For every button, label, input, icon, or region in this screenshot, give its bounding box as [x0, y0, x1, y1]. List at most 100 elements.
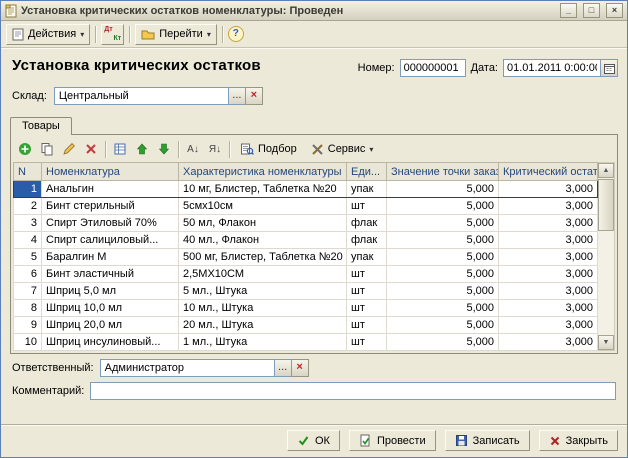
cell-n[interactable]: 6	[14, 266, 42, 283]
cell-name[interactable]: Бинт эластичный	[42, 266, 179, 283]
cell-n[interactable]: 10	[14, 334, 42, 351]
cell-n[interactable]: 3	[14, 215, 42, 232]
cell-n[interactable]: 2	[14, 198, 42, 215]
cell-n[interactable]: 4	[14, 232, 42, 249]
cell-char[interactable]: 40 мл., Флакон	[179, 232, 347, 249]
cell-n[interactable]: 5	[14, 249, 42, 266]
close-button[interactable]: ×	[606, 3, 623, 18]
cell-point[interactable]: 5,000	[387, 266, 499, 283]
cell-unit[interactable]: шт	[347, 283, 387, 300]
col-header-critical[interactable]: Критический остаток	[499, 163, 598, 181]
comment-field[interactable]	[90, 382, 616, 400]
calendar-button[interactable]	[600, 59, 618, 77]
date-field[interactable]	[503, 59, 600, 77]
cell-n[interactable]: 1	[14, 181, 42, 198]
reorder-button[interactable]	[110, 139, 130, 159]
cell-point[interactable]: 5,000	[387, 232, 499, 249]
sort-desc-button[interactable]: Я↓	[205, 139, 225, 159]
cell-unit[interactable]: упак	[347, 181, 387, 198]
cell-crit[interactable]: 3,000	[499, 317, 598, 334]
help-button[interactable]: ?	[228, 26, 244, 42]
table-row[interactable]: 1Анальгин10 мг, Блистер, Таблетка №20упа…	[14, 181, 598, 198]
cell-name[interactable]: Шприц 20,0 мл	[42, 317, 179, 334]
responsible-field[interactable]: Администратор ...	[100, 359, 292, 377]
cell-char[interactable]: 20 мл., Штука	[179, 317, 347, 334]
cell-crit[interactable]: 3,000	[499, 198, 598, 215]
cell-point[interactable]: 5,000	[387, 249, 499, 266]
cell-name[interactable]: Бинт стерильный	[42, 198, 179, 215]
cell-crit[interactable]: 3,000	[499, 266, 598, 283]
cell-crit[interactable]: 3,000	[499, 283, 598, 300]
warehouse-select-button[interactable]: ...	[228, 88, 245, 104]
cell-unit[interactable]: шт	[347, 334, 387, 351]
goto-menu-button[interactable]: Перейти ▾	[135, 24, 217, 45]
scroll-up-button[interactable]: ▲	[598, 163, 614, 178]
cell-char[interactable]: 2,5МХ10СМ	[179, 266, 347, 283]
maximize-button[interactable]: □	[583, 3, 600, 18]
cell-n[interactable]: 9	[14, 317, 42, 334]
table-row[interactable]: 8Шприц 10,0 мл10 мл., Штукашт5,0003,000	[14, 300, 598, 317]
col-header-unit[interactable]: Еди...	[347, 163, 387, 181]
cell-crit[interactable]: 3,000	[499, 215, 598, 232]
cell-crit[interactable]: 3,000	[499, 232, 598, 249]
cell-char[interactable]: 1 мл., Штука	[179, 334, 347, 351]
table-row[interactable]: 10Шприц инсулиновый...1 мл., Штукашт5,00…	[14, 334, 598, 351]
cell-char[interactable]: 5смх10см	[179, 198, 347, 215]
cell-name[interactable]: Шприц 5,0 мл	[42, 283, 179, 300]
cell-point[interactable]: 5,000	[387, 283, 499, 300]
cell-point[interactable]: 5,000	[387, 334, 499, 351]
cell-point[interactable]: 5,000	[387, 300, 499, 317]
cell-name[interactable]: Анальгин	[42, 181, 179, 198]
cell-char[interactable]: 5 мл., Штука	[179, 283, 347, 300]
cell-point[interactable]: 5,000	[387, 198, 499, 215]
cell-crit[interactable]: 3,000	[499, 249, 598, 266]
cell-char[interactable]: 10 мл., Штука	[179, 300, 347, 317]
cell-point[interactable]: 5,000	[387, 317, 499, 334]
cell-char[interactable]: 500 мг, Блистер, Таблетка №20	[179, 249, 347, 266]
cell-char[interactable]: 10 мг, Блистер, Таблетка №20	[179, 181, 347, 198]
move-up-button[interactable]	[132, 139, 152, 159]
table-row[interactable]: 3Спирт Этиловый 70%50 мл, Флаконфлак5,00…	[14, 215, 598, 232]
cell-name[interactable]: Шприц инсулиновый...	[42, 334, 179, 351]
cell-unit[interactable]: флак	[347, 232, 387, 249]
edit-row-button[interactable]	[59, 139, 79, 159]
cell-unit[interactable]: шт	[347, 266, 387, 283]
cell-crit[interactable]: 3,000	[499, 300, 598, 317]
move-down-button[interactable]	[154, 139, 174, 159]
cell-unit[interactable]: флак	[347, 215, 387, 232]
cell-unit[interactable]: шт	[347, 317, 387, 334]
cell-n[interactable]: 7	[14, 283, 42, 300]
cell-name[interactable]: Спирт Этиловый 70%	[42, 215, 179, 232]
copy-row-button[interactable]	[37, 139, 57, 159]
minimize-button[interactable]: _	[560, 3, 577, 18]
add-row-button[interactable]	[15, 139, 35, 159]
table-row[interactable]: 2Бинт стерильный5смх10смшт5,0003,000	[14, 198, 598, 215]
scroll-track[interactable]	[598, 178, 614, 335]
dtkt-postings-button[interactable]: ДтКт	[101, 24, 124, 45]
responsible-clear-button[interactable]: ×	[292, 359, 309, 377]
save-button[interactable]: Записать	[445, 430, 530, 451]
sort-asc-button[interactable]: А↓	[183, 139, 203, 159]
col-header-n[interactable]: N	[14, 163, 42, 181]
cell-name[interactable]: Баралгин М	[42, 249, 179, 266]
ok-button[interactable]: ОК	[287, 430, 340, 451]
cell-unit[interactable]: шт	[347, 198, 387, 215]
number-field[interactable]	[400, 59, 466, 77]
cell-name[interactable]: Шприц 10,0 мл	[42, 300, 179, 317]
cell-crit[interactable]: 3,000	[499, 334, 598, 351]
cell-point[interactable]: 5,000	[387, 215, 499, 232]
cell-unit[interactable]: шт	[347, 300, 387, 317]
scroll-down-button[interactable]: ▼	[598, 335, 614, 350]
tab-goods[interactable]: Товары	[10, 117, 72, 135]
table-row[interactable]: 4Спирт салициловый...40 мл., Флаконфлак5…	[14, 232, 598, 249]
close-form-button[interactable]: Закрыть	[539, 430, 618, 451]
podbor-button[interactable]: Подбор	[234, 139, 303, 159]
col-header-nomenclature[interactable]: Номенклатура	[42, 163, 179, 181]
actions-menu-button[interactable]: Действия ▾	[6, 24, 90, 45]
warehouse-clear-button[interactable]: ×	[246, 87, 263, 105]
table-row[interactable]: 7Шприц 5,0 мл5 мл., Штукашт5,0003,000	[14, 283, 598, 300]
post-button[interactable]: Провести	[349, 430, 436, 451]
cell-crit[interactable]: 3,000	[499, 181, 598, 198]
cell-point[interactable]: 5,000	[387, 181, 499, 198]
cell-name[interactable]: Спирт салициловый...	[42, 232, 179, 249]
